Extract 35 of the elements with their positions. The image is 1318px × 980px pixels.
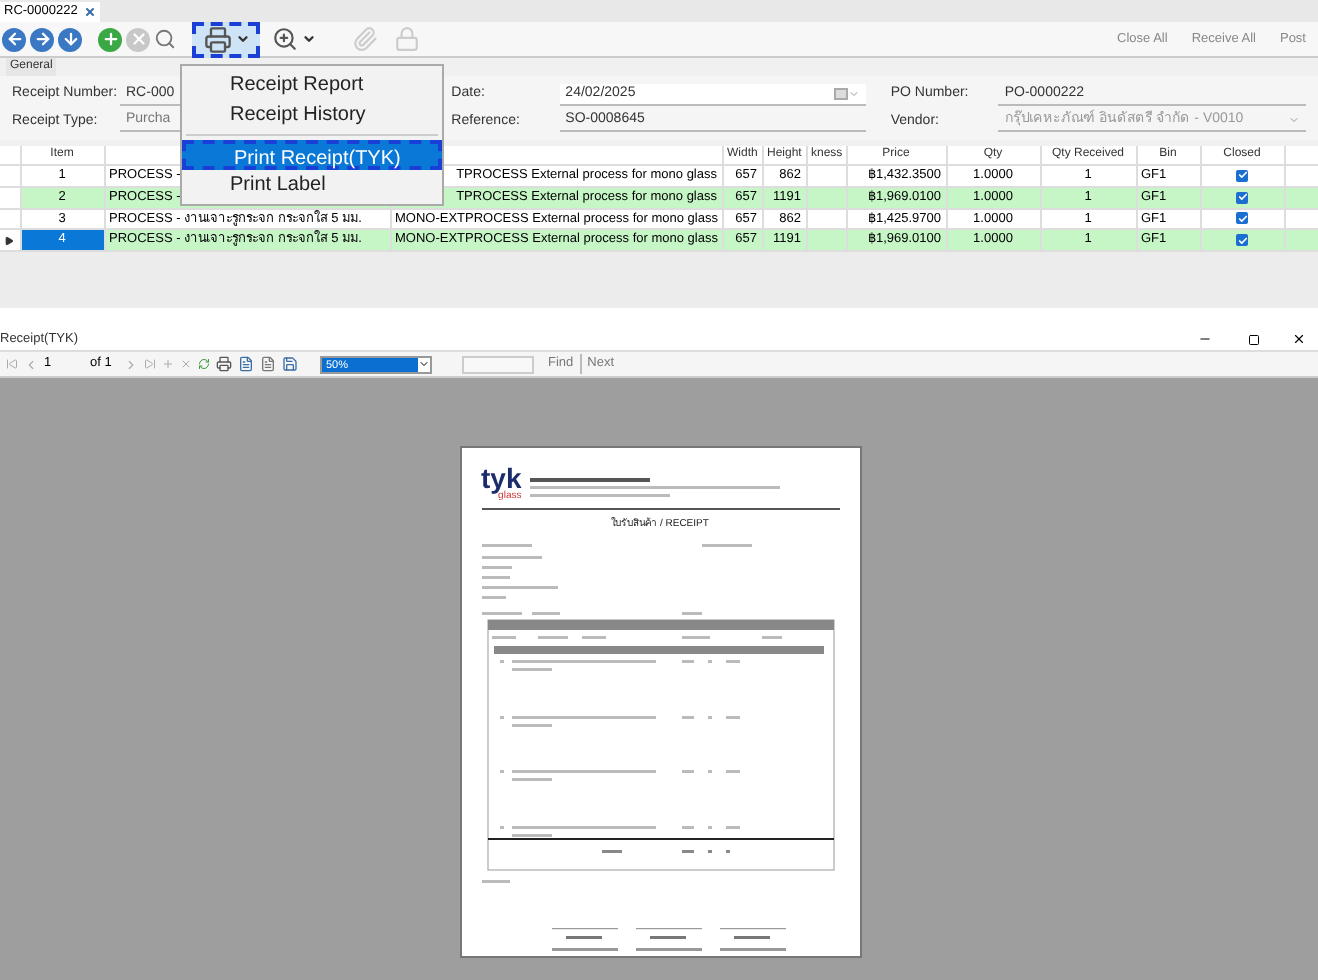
refresh-icon[interactable] (198, 358, 210, 370)
menu-item[interactable]: Print Receipt(TYK) (182, 140, 442, 170)
page-layout-icon[interactable] (238, 356, 254, 372)
forward-icon[interactable] (30, 27, 54, 51)
search-icon[interactable] (154, 28, 176, 50)
export-icon[interactable] (282, 356, 298, 372)
search-field[interactable] (462, 355, 534, 373)
checkbox[interactable] (1236, 212, 1248, 225)
add-icon[interactable] (98, 27, 122, 51)
printer-icon (203, 25, 231, 53)
checkbox[interactable] (1236, 191, 1248, 204)
minimize-icon[interactable] (1198, 332, 1212, 346)
close-icon[interactable] (1292, 332, 1306, 346)
printer-icon[interactable] (216, 356, 232, 372)
print-button[interactable] (192, 21, 260, 57)
menu-item[interactable]: Receipt History (182, 100, 442, 130)
caret-icon (235, 32, 249, 46)
stop-icon[interactable] (180, 358, 192, 370)
previous-page-icon[interactable] (24, 357, 38, 371)
calendar-icon[interactable] (834, 87, 849, 100)
back-icon[interactable] (2, 27, 26, 51)
paperclip-icon[interactable] (352, 26, 378, 52)
checkbox[interactable] (1236, 169, 1248, 182)
down-icon[interactable] (58, 27, 82, 51)
first-page-icon[interactable] (6, 358, 18, 370)
last-page-icon[interactable] (144, 358, 156, 370)
maximize-icon[interactable] (1248, 333, 1260, 345)
zoom-icon (272, 26, 298, 52)
menu-item[interactable]: Receipt Report (182, 70, 442, 100)
company-logo: tyk (481, 464, 522, 492)
caret-icon (302, 32, 316, 46)
next-page-icon[interactable] (124, 357, 138, 371)
row-indicator-icon (4, 235, 14, 246)
checkbox[interactable] (1236, 234, 1248, 247)
page-setup-icon[interactable] (260, 356, 276, 372)
